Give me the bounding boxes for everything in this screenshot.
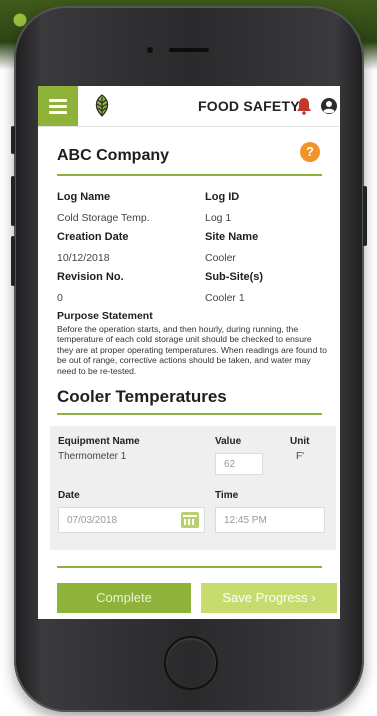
time-label: Time: [215, 490, 239, 501]
date-value: 07/03/2018: [67, 515, 118, 526]
hamburger-menu-button[interactable]: [38, 86, 78, 126]
log-id-label: Log ID: [205, 191, 240, 203]
value-label: Value: [215, 436, 242, 447]
help-icon[interactable]: ?: [300, 142, 320, 162]
divider: [57, 174, 322, 176]
temperature-form: Equipment Name Thermometer 1 Value 62 Un…: [50, 426, 336, 550]
unit-label: Unit: [290, 436, 310, 447]
phone-frame: FOOD SAFETY ABC Company ? Log Name Log I…: [11, 6, 367, 712]
power-button: [363, 186, 367, 246]
purpose-label: Purpose Statement: [57, 310, 153, 322]
sub-site-value: Cooler 1: [205, 292, 245, 304]
volume-down-button: [11, 236, 15, 286]
equipment-name-value: Thermometer 1: [58, 451, 127, 462]
unit-value: F': [296, 451, 305, 462]
time-field[interactable]: 12:45 PM: [215, 507, 325, 533]
save-progress-button[interactable]: Save Progress ›: [201, 583, 337, 613]
earpiece-speaker: [169, 48, 209, 52]
app-title: FOOD SAFETY: [198, 98, 300, 114]
sub-site-label: Sub-Site(s): [205, 271, 264, 283]
purpose-text: Before the operation starts, and then ho…: [57, 324, 327, 376]
volume-up-button: [11, 176, 15, 226]
site-name-value: Cooler: [205, 252, 236, 264]
company-name: ABC Company: [57, 147, 170, 164]
home-button[interactable]: [164, 636, 218, 690]
log-name-value: Cold Storage Temp.: [57, 212, 150, 224]
user-icon[interactable]: [320, 97, 338, 115]
section-title: Cooler Temperatures: [57, 387, 227, 406]
top-bar: FOOD SAFETY: [38, 86, 340, 127]
divider: [57, 566, 322, 568]
date-label: Date: [58, 490, 80, 501]
bell-icon[interactable]: [296, 97, 312, 115]
divider: [57, 413, 322, 415]
creation-date-label: Creation Date: [57, 231, 129, 243]
date-field[interactable]: 07/03/2018: [58, 507, 205, 533]
log-id-value: Log 1: [205, 212, 232, 224]
equipment-name-label: Equipment Name: [58, 436, 140, 447]
leaf-logo-icon: [95, 94, 109, 117]
creation-date-value: 10/12/2018: [57, 252, 110, 264]
log-name-label: Log Name: [57, 191, 111, 203]
value-input[interactable]: 62: [215, 453, 263, 475]
front-camera: [147, 47, 153, 53]
app-screen: FOOD SAFETY ABC Company ? Log Name Log I…: [38, 86, 340, 619]
calendar-icon[interactable]: [181, 512, 199, 528]
complete-button[interactable]: Complete: [57, 583, 191, 613]
hamburger-menu-icon: [49, 96, 67, 117]
revision-value: 0: [57, 292, 63, 304]
mute-switch: [11, 126, 15, 154]
revision-label: Revision No.: [57, 271, 124, 283]
site-name-label: Site Name: [205, 231, 259, 243]
